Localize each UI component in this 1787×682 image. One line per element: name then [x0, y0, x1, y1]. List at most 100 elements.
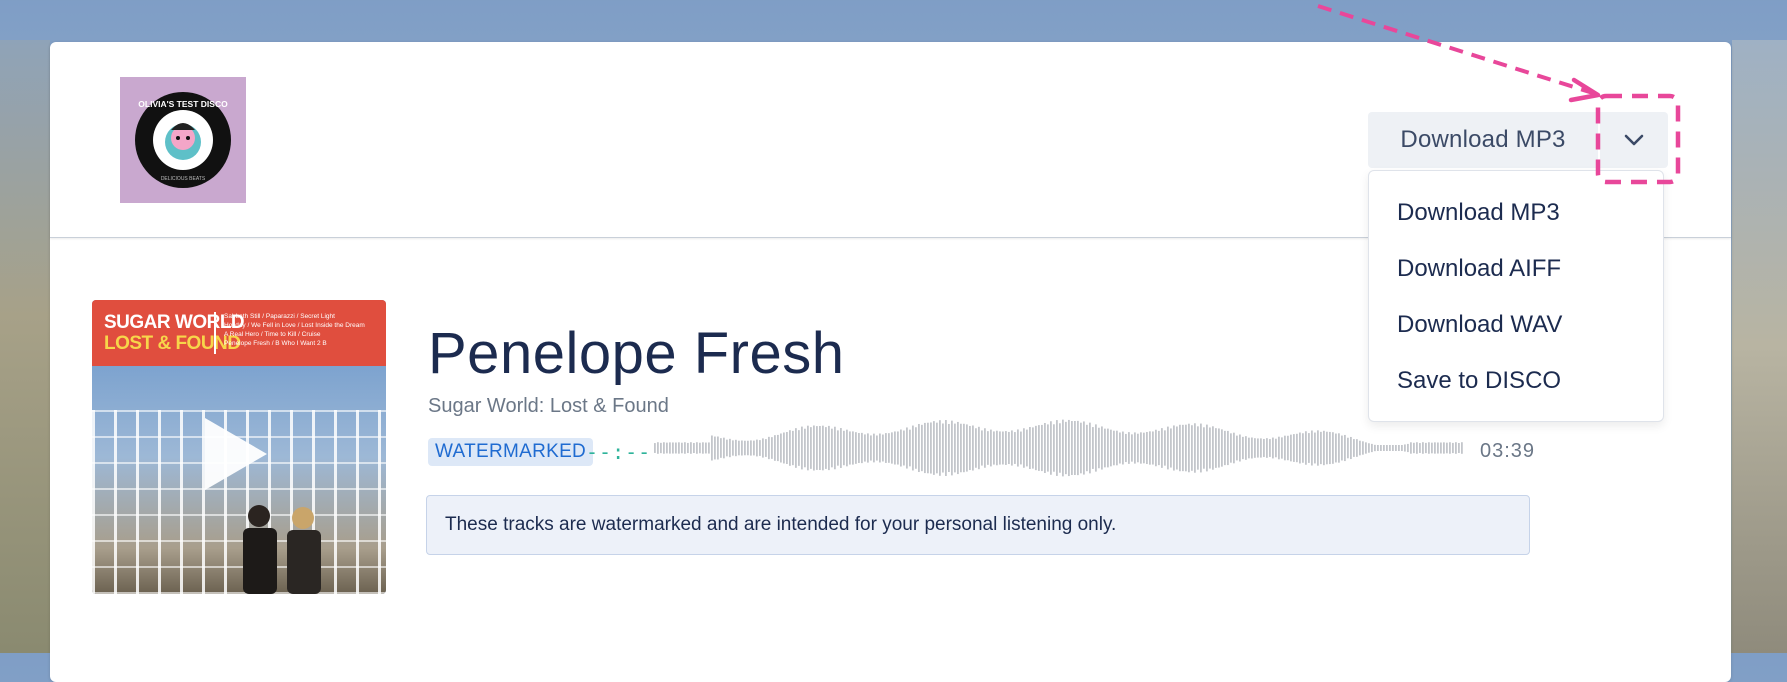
waveform-bar [777, 434, 779, 462]
waveform-bar [1008, 431, 1010, 465]
waveform-bar [1125, 433, 1127, 463]
waveform-bar [855, 432, 857, 464]
album-name[interactable]: Sugar World: Lost & Found [428, 395, 669, 418]
waveform-bar [1410, 442, 1412, 454]
waveform-bar [1311, 430, 1313, 466]
waveform-bar [1416, 442, 1418, 454]
waveform-bar [954, 423, 956, 473]
waveform-bar [1149, 431, 1151, 465]
waveform-bar [1296, 433, 1298, 463]
menu-item-download-mp3[interactable]: Download MP3 [1369, 185, 1663, 241]
waveform-bar [1005, 431, 1007, 465]
waveform-bar [1194, 423, 1196, 473]
waveform-bar [894, 431, 896, 465]
waveform-bar [981, 430, 983, 466]
waveform-bar [711, 435, 713, 461]
waveform-bar [834, 426, 836, 470]
waveform-bar [876, 435, 878, 461]
waveform-bar [1428, 442, 1430, 454]
waveform-scrubber[interactable] [654, 417, 1464, 479]
waveform-bar [891, 432, 893, 464]
waveform-bar [1308, 433, 1310, 463]
waveform-bar [1362, 441, 1364, 455]
menu-item-download-wav[interactable]: Download WAV [1369, 297, 1663, 353]
waveform-bar [756, 439, 758, 457]
waveform-bar [1056, 420, 1058, 476]
waveform-bar [1257, 438, 1259, 458]
waveform-bar [924, 422, 926, 474]
waveform-bar [1302, 433, 1304, 463]
waveform-bar [1404, 444, 1406, 452]
waveform-bar [1032, 427, 1034, 469]
artwork-tracklist: Sabbath Still / Paparazzi / Secret Light… [224, 313, 365, 347]
waveform-bar [816, 426, 818, 470]
waveform-bar [1389, 445, 1391, 451]
waveform-bar [753, 440, 755, 456]
waveform-bar [1002, 431, 1004, 465]
waveform-bar [1458, 443, 1460, 453]
elapsed-time: --:-- [586, 440, 652, 464]
waveform-bar [1029, 427, 1031, 469]
waveform-bar [933, 421, 935, 475]
waveform-bar [795, 428, 797, 468]
waveform-bar [1284, 435, 1286, 461]
waveform-bar [774, 435, 776, 461]
waveform-bar [915, 427, 917, 469]
waveform-bar [882, 434, 884, 462]
waveform-bar [1098, 427, 1100, 469]
waveform-bar [1161, 428, 1163, 468]
waveform-bar [714, 436, 716, 460]
waveform-bar [1086, 424, 1088, 472]
waveform-bar [1212, 426, 1214, 470]
play-icon[interactable] [205, 418, 267, 490]
waveform-bar [1113, 430, 1115, 466]
waveform-bar [942, 423, 944, 473]
waveform-bar [1221, 429, 1223, 467]
waveform-bar [1374, 444, 1376, 452]
download-menu: Download MP3 Download AIFF Download WAV … [1368, 170, 1664, 422]
waveform-bar [1437, 442, 1439, 454]
waveform-bar [1020, 431, 1022, 465]
download-mp3-button[interactable]: Download MP3 [1368, 112, 1598, 168]
waveform-bar [783, 432, 785, 464]
waveform-bar [873, 433, 875, 463]
waveform-bar [663, 442, 665, 454]
waveform-bar [1218, 428, 1220, 468]
waveform-bar [888, 433, 890, 463]
waveform-bar [1371, 443, 1373, 453]
waveform-bar [804, 428, 806, 468]
waveform-bar [1146, 431, 1148, 465]
waveform-bar [927, 422, 929, 474]
waveform-bar [1215, 428, 1217, 468]
waveform-bar [1209, 427, 1211, 469]
waveform-bar [660, 442, 662, 454]
waveform-bar [1350, 436, 1352, 460]
waveform-bar [678, 442, 680, 454]
download-options-toggle[interactable] [1600, 112, 1668, 168]
waveform-bar [1080, 422, 1082, 474]
waveform-bar [1170, 428, 1172, 468]
waveform-bar [840, 428, 842, 468]
waveform-bar [1023, 428, 1025, 468]
waveform-bar [1392, 445, 1394, 451]
waveform-bar [1152, 431, 1154, 465]
waveform-bar [1326, 431, 1328, 465]
menu-item-save-to-disco[interactable]: Save to DISCO [1369, 353, 1663, 409]
waveform-bar [1110, 429, 1112, 467]
waveform-bar [1281, 437, 1283, 459]
waveform-bar [1188, 423, 1190, 473]
album-artwork[interactable]: SUGAR WORLD LOST & FOUND Sabbath Still /… [92, 300, 386, 594]
waveform-bar [1068, 419, 1070, 477]
menu-item-download-aiff[interactable]: Download AIFF [1369, 241, 1663, 297]
waveform-bar [1338, 433, 1340, 463]
waveform-bar [957, 421, 959, 475]
waveform-bar [1440, 442, 1442, 454]
waveform-bar [669, 442, 671, 454]
waveform-bar [1251, 437, 1253, 459]
waveform-bar [1320, 431, 1322, 465]
waveform-bar [879, 433, 881, 463]
waveform-bar [1119, 432, 1121, 464]
download-split-button: Download MP3 [1368, 112, 1668, 168]
waveform-bar [837, 430, 839, 466]
waveform-bar [1278, 436, 1280, 460]
